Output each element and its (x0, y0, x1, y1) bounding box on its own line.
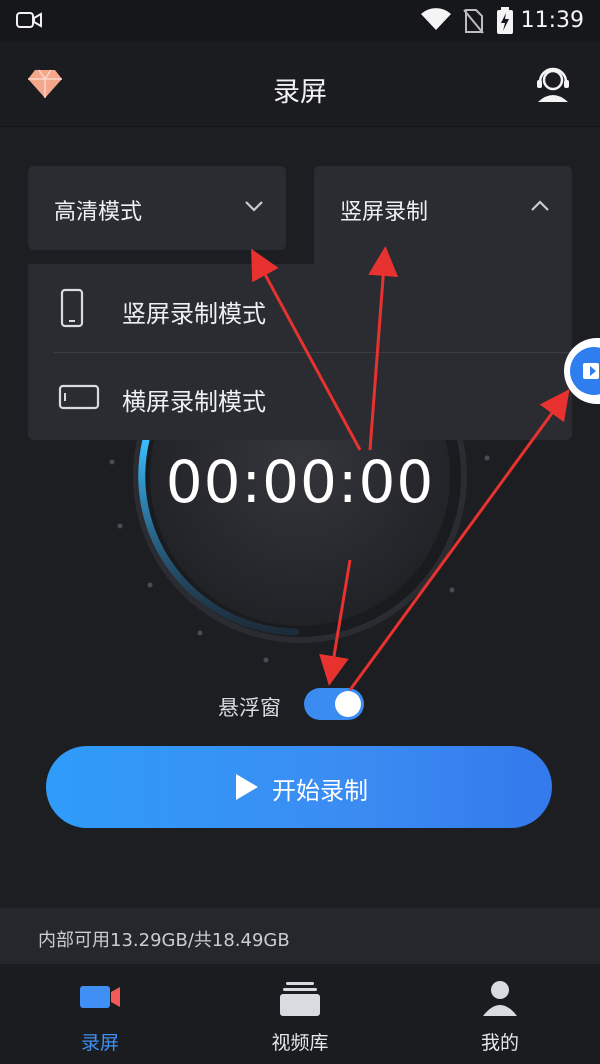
orientation-label: 竖屏录制 (340, 200, 429, 225)
start-recording-label: 开始录制 (272, 777, 368, 805)
storage-info: 内部可用13.29GB/共18.49GB (0, 908, 600, 964)
bottom-nav: 录屏 视频库 我的 (0, 964, 600, 1064)
floating-record-icon (570, 347, 600, 395)
storage-text: 内部可用13.29GB/共18.49GB (38, 930, 290, 951)
phone-landscape-icon (58, 376, 100, 420)
orientation-dropdown: 竖屏录制模式 横屏录制模式 (28, 264, 572, 440)
user-icon (478, 978, 522, 1022)
floating-window-label: 悬浮窗 (218, 696, 281, 720)
nav-label-video-library: 视频库 (271, 1032, 329, 1054)
floating-record-ball[interactable] (564, 338, 600, 404)
video-camera-icon (78, 978, 122, 1018)
chevron-down-icon (244, 198, 264, 217)
nav-label-profile: 我的 (480, 1032, 519, 1054)
portrait-mode-label: 竖屏录制模式 (122, 300, 266, 328)
floating-window-toggle[interactable] (304, 688, 364, 720)
start-recording-button[interactable]: 开始录制 (46, 746, 552, 828)
orientation-selector[interactable]: 竖屏录制 (314, 166, 572, 264)
floating-window-row: 悬浮窗 (0, 686, 600, 726)
landscape-mode-label: 横屏录制模式 (122, 388, 266, 416)
landscape-mode-option[interactable]: 横屏录制模式 (28, 352, 572, 440)
nav-item-record[interactable]: 录屏 (0, 964, 200, 1064)
phone-portrait-icon (58, 288, 86, 332)
recording-timer: 00:00:00 (165, 448, 435, 516)
video-library-icon (278, 978, 322, 1022)
portrait-mode-option[interactable]: 竖屏录制模式 (28, 264, 572, 352)
quality-label: 高清模式 (54, 200, 143, 225)
toggle-knob (335, 691, 361, 717)
nav-item-profile[interactable]: 我的 (400, 964, 600, 1064)
quality-selector[interactable]: 高清模式 (28, 166, 286, 250)
nav-label-record: 录屏 (80, 1032, 119, 1054)
play-icon (234, 772, 260, 806)
nav-item-video-library[interactable]: 视频库 (200, 964, 400, 1064)
chevron-up-icon (530, 198, 550, 217)
